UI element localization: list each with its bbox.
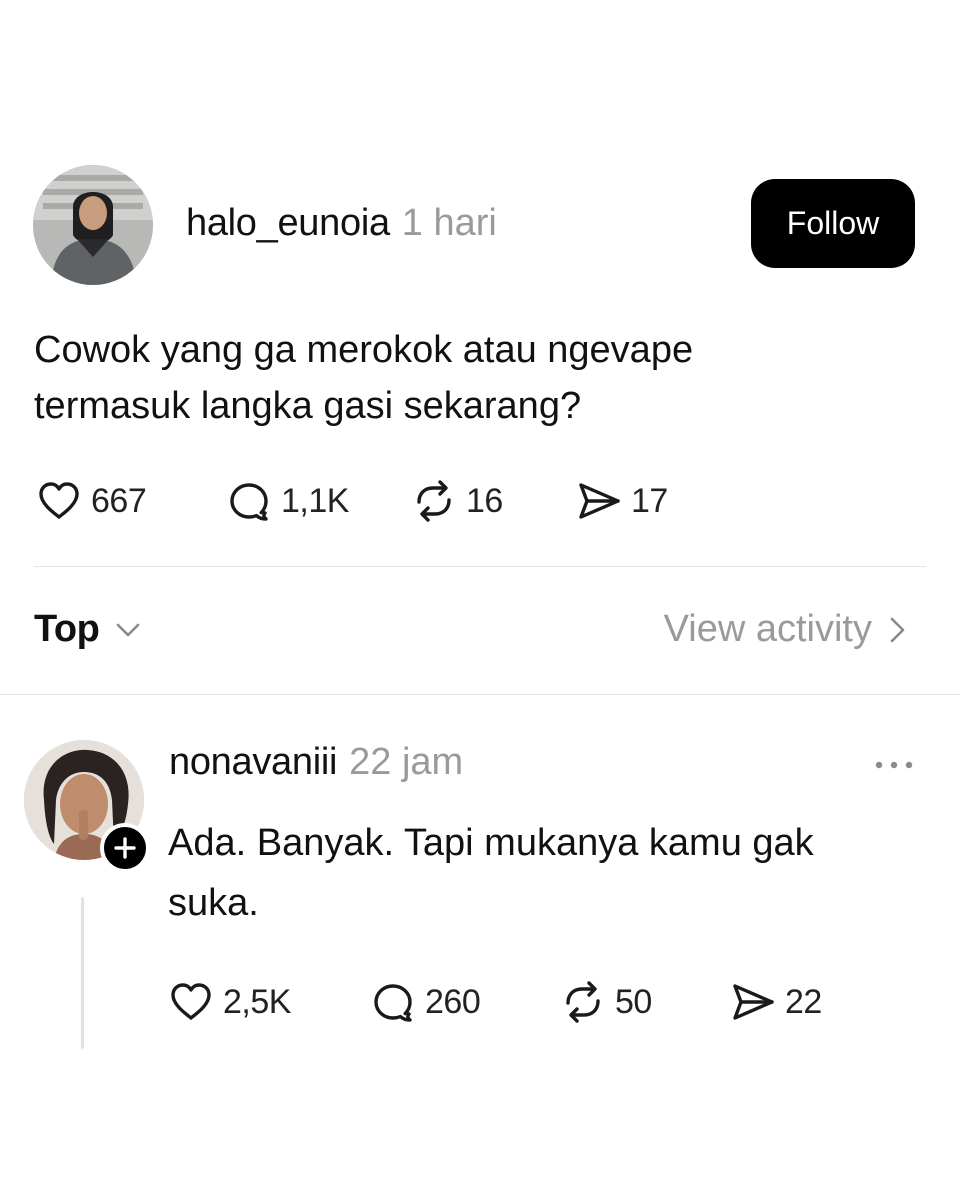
share-count: 22 [785,982,822,1021]
repost-count: 50 [615,982,652,1021]
sort-dropdown[interactable]: Top [34,608,143,651]
avatar-photo [33,165,153,285]
send-icon [733,984,774,1020]
reply-body: Ada. Banyak. Tapi mukanya kamu gak suka. [168,813,908,933]
reply-actions: 2,5K 260 50 22 [167,974,822,1030]
repost-icon [417,480,451,522]
follow-plus-button[interactable] [100,823,150,873]
chevron-right-icon [890,617,905,642]
repost-button[interactable]: 16 [410,477,575,525]
post-body: Cowok yang ga merokok atau ngevape terma… [34,322,914,434]
divider [0,694,960,695]
thread-line [81,897,84,1049]
comment-bubble-icon [374,984,412,1022]
share-button[interactable]: 17 [575,477,668,525]
author-avatar[interactable] [33,165,153,285]
like-count: 2,5K [223,982,291,1021]
comment-bubble-icon [230,483,268,521]
send-icon [579,483,620,519]
heart-icon [171,983,211,1020]
share-count: 17 [631,481,668,520]
comment-count: 260 [425,982,481,1021]
plus-icon [114,837,136,859]
reply-header: nonavaniii 22 jam [169,741,463,791]
post-header: halo_eunoia 1 hari [186,202,497,252]
view-activity-label: View activity [663,608,872,650]
view-activity-link[interactable]: View activity [664,608,910,651]
comment-count: 1,1K [281,481,349,520]
comment-button[interactable]: 260 [369,978,559,1026]
divider [34,566,926,567]
like-button[interactable]: 667 [35,477,225,525]
share-button[interactable]: 22 [729,978,822,1026]
post-actions: 667 1,1K 16 17 [35,473,668,529]
thread-view: halo_eunoia 1 hari Follow Cowok yang ga … [0,0,960,1200]
post-text-line: termasuk langka gasi sekarang? [34,385,582,427]
reply-text-line: suka. [168,882,259,924]
heart-icon [39,482,79,519]
like-button[interactable]: 2,5K [167,978,369,1026]
reply-text-line: Ada. Banyak. Tapi mukanya kamu gak [168,822,814,864]
repost-icon [566,981,600,1023]
reply-author-username[interactable]: nonavaniii [169,741,337,784]
like-count: 667 [91,481,147,520]
post-text-line: Cowok yang ga merokok atau ngevape [34,329,694,371]
repost-button[interactable]: 50 [559,978,729,1026]
comment-button[interactable]: 1,1K [225,477,410,525]
more-horizontal-icon[interactable] [872,752,916,778]
sort-label: Top [34,608,100,650]
author-username[interactable]: halo_eunoia [186,202,390,245]
follow-button[interactable]: Follow [751,179,915,268]
reply-timestamp: 22 jam [349,741,464,783]
repost-count: 16 [466,481,503,520]
post-timestamp: 1 hari [401,202,497,244]
chevron-down-icon [117,623,140,636]
